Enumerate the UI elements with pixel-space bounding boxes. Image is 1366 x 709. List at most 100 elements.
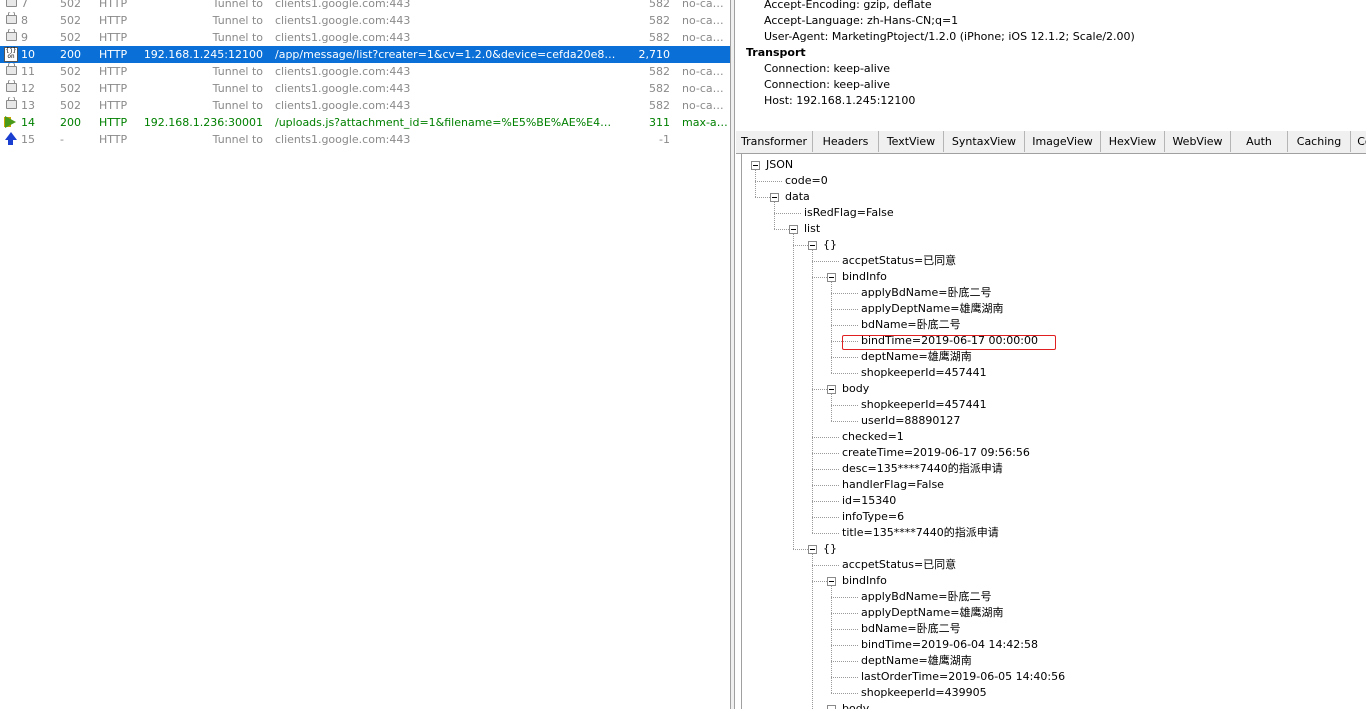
session-row[interactable]: 9 502 HTTP Tunnel to clients1.google.com:443… — [0, 29, 730, 46]
tree-guide-line — [812, 250, 813, 533]
tree-node[interactable]: {} — [823, 541, 837, 557]
session-url: /app/message/list?creater=1&cv=1.2.0&dev… — [275, 48, 620, 61]
lock-icon — [4, 63, 18, 80]
tree-node[interactable]: handlerFlag=False — [842, 477, 944, 493]
session-row[interactable]: 15 - HTTP Tunnel to clients1.google.com:443 -… — [0, 131, 730, 148]
panel-splitter[interactable] — [730, 0, 735, 709]
tree-branch-line — [755, 197, 770, 198]
tree-node[interactable]: bdName=卧底二号 — [861, 621, 961, 637]
session-protocol: HTTP — [99, 65, 128, 78]
tab-webview[interactable]: WebView — [1165, 131, 1231, 152]
tree-node[interactable]: deptName=雄鹰湖南 — [861, 653, 972, 669]
session-host: Tunnel to — [212, 14, 263, 27]
tab-syntaxview[interactable]: SyntaxView — [944, 131, 1025, 152]
tab-transformer[interactable]: Transformer — [736, 131, 813, 152]
tree-node[interactable]: userId=88890127 — [861, 413, 960, 429]
tree-branch-line — [831, 613, 858, 614]
collapse-toggle-icon[interactable] — [827, 385, 836, 394]
tree-node[interactable]: bindInfo — [842, 269, 887, 285]
tab-headers[interactable]: Headers — [813, 131, 879, 152]
tab-imageview[interactable]: ImageView — [1025, 131, 1101, 152]
tree-branch-line — [812, 517, 839, 518]
session-caching: no-cac... — [682, 0, 728, 10]
collapse-toggle-icon[interactable] — [770, 193, 779, 202]
response-inspector-tabs: Transformer Headers TextView SyntaxView Imag… — [736, 131, 1366, 154]
tree-branch-line — [831, 405, 858, 406]
tree-node[interactable]: isRedFlag=False — [804, 205, 894, 221]
collapse-toggle-icon[interactable] — [789, 225, 798, 234]
collapse-toggle-icon[interactable] — [808, 241, 817, 250]
tree-node[interactable]: applyDeptName=雄鹰湖南 — [861, 605, 1003, 621]
session-row[interactable]: 13 502 HTTP Tunnel to clients1.google.com:44… — [0, 97, 730, 114]
tree-node[interactable]: desc=135****7440的指派申请 — [842, 461, 1003, 477]
collapse-toggle-icon[interactable] — [827, 705, 836, 709]
tab-caching[interactable]: Caching — [1288, 131, 1351, 152]
tree-node[interactable]: deptName=雄鹰湖南 — [861, 349, 972, 365]
session-row[interactable]: 14 200 HTTP 192.168.1.236:30001/uploads.js?… — [0, 114, 730, 131]
tree-node[interactable]: data — [785, 189, 810, 205]
session-host: Tunnel to — [212, 65, 263, 78]
session-row[interactable]: 8 502 HTTP Tunnel to clients1.google.com:443… — [0, 12, 730, 29]
tree-node[interactable]: body — [842, 381, 869, 397]
collapse-toggle-icon[interactable] — [827, 577, 836, 586]
session-protocol: HTTP — [99, 48, 128, 61]
session-row[interactable]: 11 502 HTTP Tunnel to clients1.google.com:44… — [0, 63, 730, 80]
tree-node[interactable]: shopkeeperId=457441 — [861, 397, 987, 413]
tab-auth[interactable]: Auth — [1231, 131, 1288, 152]
tree-node[interactable]: title=135****7440的指派申请 — [842, 525, 999, 541]
collapse-toggle-icon[interactable] — [808, 545, 817, 554]
session-url: clients1.google.com:443 — [275, 14, 411, 27]
session-row[interactable]: {j} on 10 200 HTTP 192.168.1.245:12100/app/me… — [0, 46, 730, 63]
tree-node[interactable]: body — [842, 701, 869, 709]
session-result: 502 — [60, 82, 81, 95]
session-result: 502 — [60, 99, 81, 112]
collapse-toggle-icon[interactable] — [827, 273, 836, 282]
tree-node[interactable]: {} — [823, 237, 837, 253]
tree-node[interactable]: shopkeeperId=439905 — [861, 685, 987, 701]
tree-node[interactable]: shopkeeperId=457441 — [861, 365, 987, 381]
collapse-toggle-icon[interactable] — [751, 161, 760, 170]
session-number: 15 — [21, 133, 35, 146]
tree-node[interactable]: accpetStatus=已同意 — [842, 253, 956, 269]
tree-node[interactable]: JSON — [766, 157, 793, 173]
tree-node[interactable]: checked=1 — [842, 429, 904, 445]
tree-node[interactable]: code=0 — [785, 173, 828, 189]
session-row[interactable]: 12 502 HTTP Tunnel to clients1.google.com:44… — [0, 80, 730, 97]
tree-branch-line — [831, 645, 858, 646]
lock-icon — [4, 97, 18, 114]
session-list[interactable]: 7 502 HTTP Tunnel to clients1.google.com:443… — [0, 0, 730, 709]
tree-node[interactable]: bindInfo — [842, 573, 887, 589]
session-number: 7 — [21, 0, 28, 10]
tree-node[interactable]: accpetStatus=已同意 — [842, 557, 956, 573]
session-host: Tunnel to — [212, 133, 263, 146]
tree-branch-line — [831, 293, 858, 294]
session-url: clients1.google.com:443 — [275, 0, 411, 10]
session-row[interactable]: 7 502 HTTP Tunnel to clients1.google.com:443… — [0, 0, 730, 12]
tab-hexview[interactable]: HexView — [1101, 131, 1165, 152]
tree-node[interactable]: infoType=6 — [842, 509, 904, 525]
tree-branch-line — [831, 629, 858, 630]
tab-textview[interactable]: TextView — [879, 131, 944, 152]
tree-node[interactable]: id=15340 — [842, 493, 896, 509]
tree-branch-line — [831, 309, 858, 310]
session-protocol: HTTP — [99, 133, 128, 146]
session-host: Tunnel to — [212, 31, 263, 44]
session-number: 13 — [21, 99, 35, 112]
session-url: clients1.google.com:443 — [275, 31, 411, 44]
session-caching: no-cac... — [682, 65, 728, 78]
tree-node[interactable]: applyBdName=卧底二号 — [861, 285, 991, 301]
session-result: 502 — [60, 14, 81, 27]
tree-node[interactable]: applyDeptName=雄鹰湖南 — [861, 301, 1003, 317]
session-caching: max-ag... — [682, 116, 728, 129]
script-arrow-icon — [4, 114, 18, 131]
tree-node[interactable]: list — [804, 221, 820, 237]
tree-node[interactable]: createTime=2019-06-17 09:56:56 — [842, 445, 1030, 461]
tree-node[interactable]: lastOrderTime=2019-06-05 14:40:56 — [861, 669, 1065, 685]
tree-node[interactable]: bdName=卧底二号 — [861, 317, 961, 333]
session-number: 12 — [21, 82, 35, 95]
tree-node[interactable]: bindTime=2019-06-04 14:42:58 — [861, 637, 1038, 653]
lock-icon — [4, 12, 18, 29]
tab-cook[interactable]: Cook — [1351, 131, 1366, 152]
tree-node[interactable]: applyBdName=卧底二号 — [861, 589, 991, 605]
json-tree-view[interactable]: JSON code=0 data isRedFlag=False list{} accpe… — [741, 154, 1366, 709]
